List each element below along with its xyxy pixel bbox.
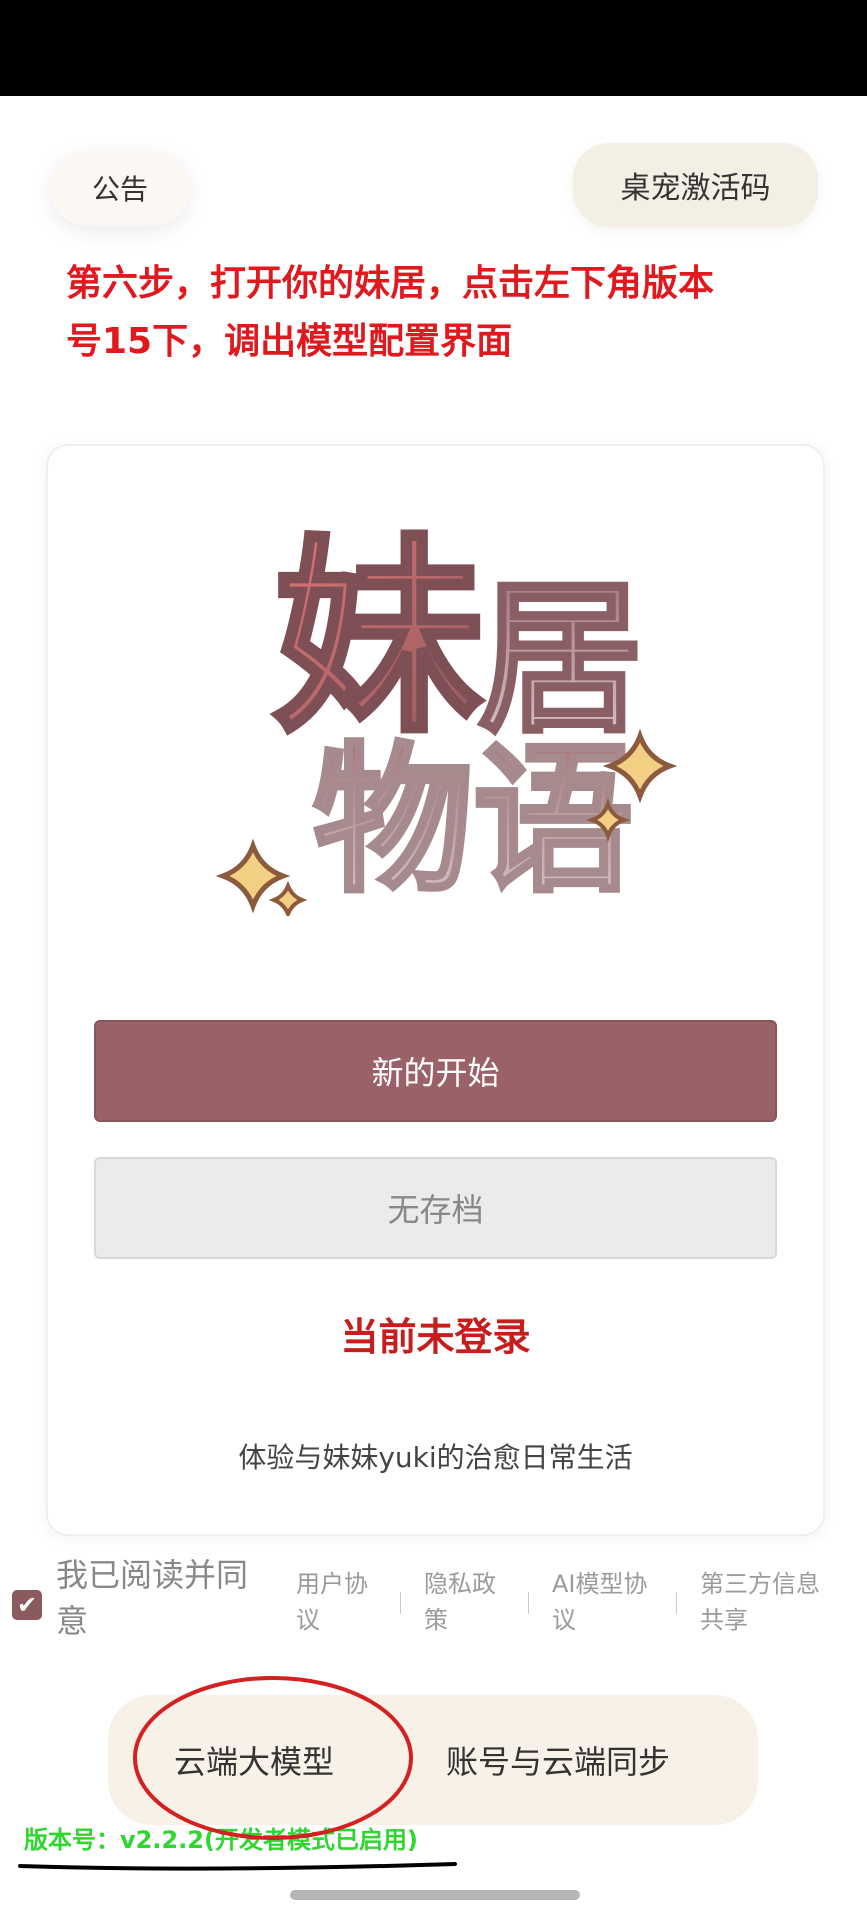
logo-line-wuyu: 物语 (313, 727, 633, 914)
instruction-line-2: 号15下，调出模型配置界面 (66, 321, 513, 362)
notice-button[interactable]: 公告 (50, 150, 190, 226)
logo-char-mei: 妹 (273, 516, 483, 761)
bottom-action-bar: 云端大模型 账号与云端同步 (108, 1695, 758, 1825)
new-game-button[interactable]: 新的开始 (94, 1020, 777, 1122)
privacy-policy-link[interactable]: 隐私政策 (424, 1566, 508, 1638)
link-divider (528, 1592, 529, 1614)
agree-text: 我已阅读并同意 (56, 1556, 249, 1640)
status-bar (0, 0, 867, 96)
link-divider (400, 1592, 401, 1614)
activation-code-button[interactable]: 桌宠激活码 (573, 143, 818, 227)
new-game-label: 新的开始 (371, 1054, 500, 1092)
link-divider (676, 1592, 677, 1614)
sparkle-icon (268, 880, 308, 916)
home-indicator (290, 1890, 580, 1900)
cloud-model-button[interactable]: 云端大模型 (144, 1695, 364, 1825)
instruction-line-1: 第六步，打开你的妹居，点击左下角版本 (66, 263, 715, 304)
tagline: 体验与妹妹yuki的治愈日常生活 (238, 1441, 633, 1474)
load-save-label: 无存档 (387, 1191, 484, 1229)
ai-model-agreement-link[interactable]: AI模型协议 (552, 1566, 660, 1638)
game-logo: 妹 居 物语 (215, 514, 678, 916)
cloud-model-label: 云端大模型 (173, 1743, 334, 1781)
third-party-sharing-link[interactable]: 第三方信息共享 (700, 1566, 832, 1638)
agreement-row: ✔ 我已阅读并同意 用户协议 隐私政策 AI模型协议 第三方信息共享 (0, 1550, 867, 1660)
notice-label: 公告 (91, 173, 148, 206)
main-card: 妹 居 物语 新的开始 无存档 当前未登录 体验与妹妹yuki的治愈日常生活 (46, 444, 825, 1536)
version-label[interactable]: 版本号：v2.2.2(开发者模式已启用) (24, 1820, 418, 1855)
login-status[interactable]: 当前未登录 (48, 1306, 823, 1361)
annotation-underline (18, 1862, 457, 1871)
agree-checkbox[interactable]: ✔ (12, 1590, 42, 1620)
instruction-text: 第六步，打开你的妹居，点击左下角版本 号15下，调出模型配置界面 (66, 255, 786, 371)
load-save-button[interactable]: 无存档 (94, 1157, 777, 1259)
user-agreement-link[interactable]: 用户协议 (296, 1566, 380, 1638)
account-sync-button[interactable]: 账号与云端同步 (398, 1695, 718, 1825)
account-sync-label: 账号与云端同步 (445, 1743, 670, 1781)
sparkle-icon (215, 838, 291, 914)
activation-code-label: 桌宠激活码 (620, 171, 771, 206)
